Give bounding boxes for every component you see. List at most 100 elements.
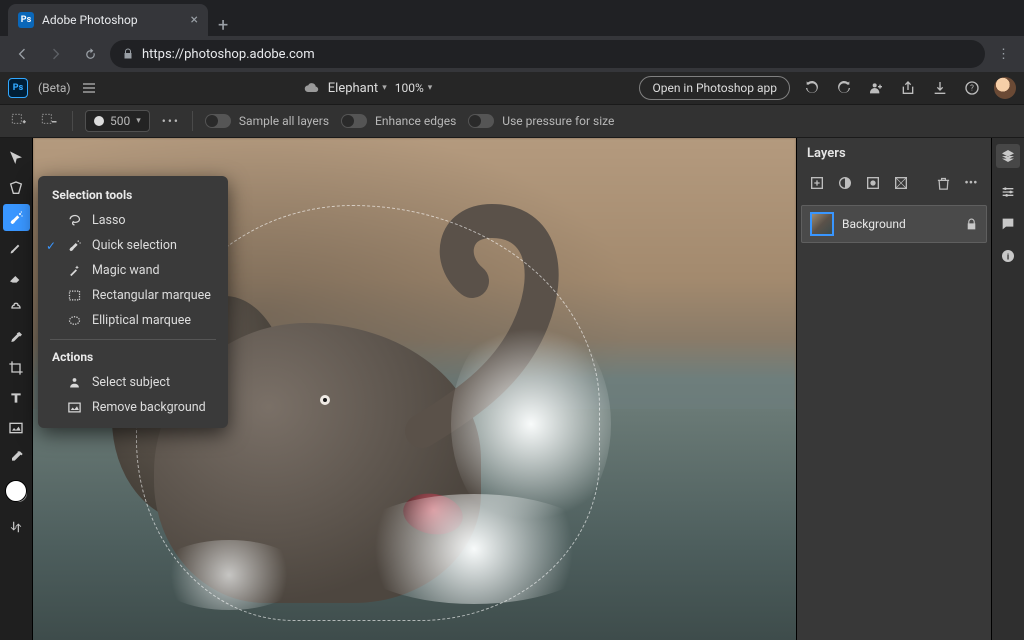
app-menu-icon[interactable] [81,80,97,96]
lock-icon[interactable] [965,218,978,231]
rect-marquee-icon [66,288,82,303]
ellipse-marquee-icon [66,313,82,328]
quick-selection-tool[interactable] [3,204,30,231]
undo-button[interactable] [802,78,822,98]
place-image-tool[interactable] [3,414,30,441]
eyedropper-tool[interactable] [3,324,30,351]
url-text: https://photoshop.adobe.com [142,47,315,62]
layer-row-background[interactable]: Background [801,205,987,243]
lasso-icon [66,213,82,228]
comments-tab-icon[interactable] [1000,216,1016,232]
lock-icon [122,48,134,60]
type-tool[interactable] [3,384,30,411]
share-icon[interactable] [898,78,918,98]
frame-icon[interactable] [891,173,911,193]
more-options-icon[interactable]: ••• [162,114,180,128]
browser-tab-strip: Ps Adobe Photoshop × + [0,0,1024,36]
remove-background-icon [66,400,82,415]
browser-menu-icon[interactable]: ⋮ [991,47,1016,62]
adjustment-layer-icon[interactable] [835,173,855,193]
layers-panel: Layers ••• Background [796,138,991,640]
popup-item-remove-background[interactable]: Remove background [38,395,228,420]
chevron-down-icon: ▾ [428,83,433,93]
enhance-edges-label: Enhance edges [375,114,456,128]
brush-preview-icon [94,116,104,126]
back-button[interactable] [8,40,36,68]
foreground-color-swatch[interactable] [5,480,27,502]
photoshop-app: Ps (Beta) Elephant▾ 100%▾ Open in Photos… [0,72,1024,640]
chevron-down-icon: ▾ [382,83,387,93]
layer-mask-icon[interactable] [863,173,883,193]
transform-tool[interactable] [3,174,30,201]
browser-toolbar: https://photoshop.adobe.com ⋮ [0,36,1024,72]
chevron-down-icon: ▾ [136,116,141,126]
popup-item-ellipse-marquee[interactable]: Elliptical marquee [38,308,228,333]
sample-all-layers-toggle[interactable] [205,114,231,128]
use-pressure-label: Use pressure for size [502,114,614,128]
crop-tool[interactable] [3,354,30,381]
popup-item-quick-selection[interactable]: ✓ Quick selection [38,233,228,258]
properties-tab-icon[interactable] [1000,184,1016,200]
use-pressure-toggle[interactable] [468,114,494,128]
select-subject-icon [66,375,82,390]
svg-text:i: i [1007,252,1009,262]
move-tool[interactable] [3,144,30,171]
layers-tab-icon[interactable] [996,144,1020,168]
photoshop-logo-icon: Ps [8,78,28,98]
popup-heading-selection: Selection tools [38,184,228,208]
tool-options-bar: 500 ▾ ••• Sample all layers Enhance edge… [0,104,1024,138]
sample-all-layers-label: Sample all layers [239,114,329,128]
document-name[interactable]: Elephant▾ [328,81,387,96]
right-icon-strip: i [991,138,1024,640]
photoshop-favicon-icon: Ps [18,12,34,28]
clone-stamp-tool[interactable] [3,294,30,321]
redo-button[interactable] [834,78,854,98]
beta-label: (Beta) [38,81,71,95]
new-tab-button[interactable]: + [208,15,238,36]
app-header: Ps (Beta) Elephant▾ 100%▾ Open in Photos… [0,72,1024,104]
eraser-tool[interactable] [3,264,30,291]
layers-more-icon[interactable]: ••• [961,173,981,193]
quick-selection-icon [66,238,82,253]
layer-thumbnail [810,212,834,236]
layer-name: Background [842,217,957,231]
check-icon: ✓ [46,239,56,253]
popup-item-magic-wand[interactable]: Magic wand [38,258,228,283]
delete-layer-icon[interactable] [933,173,953,193]
enhance-edges-toggle[interactable] [341,114,367,128]
info-tab-icon[interactable]: i [1000,248,1016,264]
foreground-background-colors[interactable] [5,480,27,502]
open-in-app-button[interactable]: Open in Photoshop app [639,76,790,100]
address-bar[interactable]: https://photoshop.adobe.com [110,40,985,68]
brush-tool[interactable] [3,234,30,261]
reload-button[interactable] [76,40,104,68]
swap-colors-icon[interactable] [3,513,30,540]
add-layer-icon[interactable] [807,173,827,193]
layers-panel-title: Layers [797,138,991,169]
subtract-from-selection-icon[interactable] [38,110,60,132]
popup-heading-actions: Actions [38,346,228,370]
add-to-selection-icon[interactable] [8,110,30,132]
popup-separator [50,339,216,340]
help-icon[interactable]: ? [962,78,982,98]
user-avatar[interactable] [994,77,1016,99]
invite-icon[interactable] [866,78,886,98]
right-rail: Layers ••• Background [796,138,1024,640]
svg-text:?: ? [970,84,974,93]
zoom-level[interactable]: 100%▾ [395,81,433,95]
brush-size-dropdown[interactable]: 500 ▾ [85,110,150,132]
browser-tab[interactable]: Ps Adobe Photoshop × [8,4,208,36]
popup-item-rect-marquee[interactable]: Rectangular marquee [38,283,228,308]
magic-wand-icon [66,263,82,278]
cloud-icon [304,80,320,96]
forward-button[interactable] [42,40,70,68]
brush-size-value: 500 [110,114,130,128]
popup-item-select-subject[interactable]: Select subject [38,370,228,395]
color-picker-tool[interactable] [3,444,30,471]
close-tab-icon[interactable]: × [191,13,198,27]
selection-tools-popup: Selection tools Lasso ✓ Quick selection … [38,176,228,428]
tab-title: Adobe Photoshop [42,13,183,27]
export-icon[interactable] [930,78,950,98]
popup-item-lasso[interactable]: Lasso [38,208,228,233]
left-toolbar [0,138,33,640]
